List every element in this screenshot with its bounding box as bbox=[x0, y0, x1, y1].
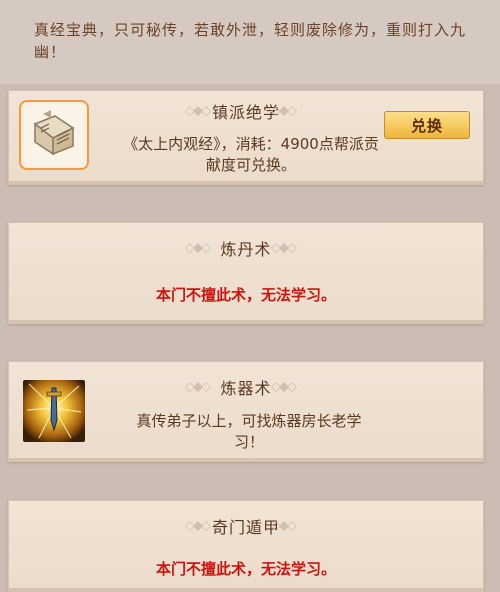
title-ornament-right: ◇◆◇ bbox=[271, 240, 297, 256]
card-title-row: ◇◆◇ 奇门遁甲 ◇◆◇ bbox=[9, 514, 483, 538]
title-ornament-right: ◇◆◇ bbox=[271, 103, 297, 119]
skill-card-qimen: ◇◆◇ 奇门遁甲 ◇◆◇ 本门不擅此术，无法学习。 bbox=[8, 500, 484, 592]
card-warning: 本门不擅此术，无法学习。 bbox=[155, 560, 336, 578]
card-warning: 本门不擅此术，无法学习。 bbox=[155, 286, 336, 304]
exchange-button[interactable]: 兑换 bbox=[384, 111, 470, 139]
skill-card-liandan: ◇◆◇ 炼丹术 ◇◆◇ 本门不擅此术，无法学习。 bbox=[8, 222, 484, 324]
card-title-row: ◇◆◇ 炼丹术 ◇◆◇ bbox=[9, 236, 483, 260]
title-ornament-right: ◇◆◇ bbox=[271, 518, 297, 534]
card-title: 镇派绝学 bbox=[211, 103, 280, 122]
title-ornament-left: ◇◆◇ bbox=[185, 379, 211, 395]
title-ornament-left: ◇◆◇ bbox=[185, 103, 211, 119]
card-description: 真传弟子以上，可找炼器房长老学习！ bbox=[136, 412, 362, 451]
card-title: 炼器术 bbox=[220, 379, 272, 398]
card-title-row: ◇◆◇ 炼器术 ◇◆◇ bbox=[9, 375, 483, 399]
title-ornament-left: ◇◆◇ bbox=[185, 240, 211, 256]
title-ornament-left: ◇◆◇ bbox=[185, 518, 211, 534]
title-ornament-right: ◇◆◇ bbox=[271, 379, 297, 395]
skill-card-zhenpai: ◇◆◇ 镇派绝学 ◇◆◇ 《太上内观经》，消耗：4900点帮派贡献度可兑换。 兑… bbox=[8, 90, 484, 185]
card-description: 《太上内观经》，消耗：4900点帮派贡献度可兑换。 bbox=[123, 135, 379, 174]
skill-card-lianqi: ◇◆◇ 炼器术 ◇◆◇ 真传弟子以上，可找炼器房长老学习！ bbox=[8, 361, 484, 462]
intro-panel: 真经宝典，只可秘传，若敢外泄，轻则废除修为，重则打入九幽！ bbox=[0, 0, 500, 84]
card-title: 炼丹术 bbox=[220, 240, 272, 259]
intro-text: 真经宝典，只可秘传，若敢外泄，轻则废除修为，重则打入九幽！ bbox=[34, 21, 467, 61]
card-title: 奇门遁甲 bbox=[211, 518, 280, 537]
